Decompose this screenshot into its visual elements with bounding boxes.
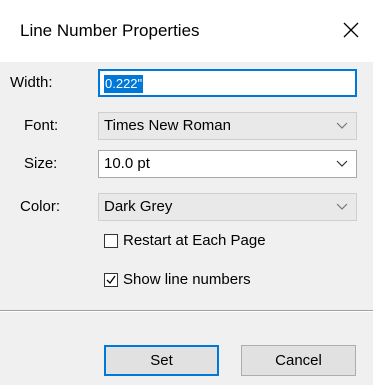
show-line-numbers-label[interactable]: Show line numbers	[123, 270, 251, 290]
show-line-numbers-checkbox[interactable]	[104, 273, 118, 287]
chevron-down-icon	[336, 160, 348, 167]
chevron-down-icon	[336, 203, 348, 210]
font-value: Times New Roman	[104, 117, 231, 134]
cancel-button[interactable]: Cancel	[241, 345, 356, 376]
checkmark-icon	[106, 275, 116, 285]
close-icon	[343, 22, 359, 38]
color-label: Color:	[20, 198, 61, 215]
size-value: 10.0 pt	[104, 155, 150, 172]
size-label: Size:	[24, 155, 58, 172]
restart-checkbox[interactable]	[104, 234, 118, 248]
width-value: 0.222"	[104, 75, 144, 93]
title-bar: Line Number Properties	[0, 0, 373, 62]
chevron-down-icon	[336, 122, 348, 129]
close-button[interactable]	[333, 12, 369, 48]
width-input[interactable]: 0.222"	[98, 69, 357, 97]
width-label: Width:	[10, 74, 53, 91]
restart-label[interactable]: Restart at Each Page	[123, 231, 266, 251]
font-label: Font:	[24, 117, 59, 134]
separator-highlight	[0, 311, 373, 312]
dialog-title: Line Number Properties	[20, 21, 200, 40]
color-value: Dark Grey	[104, 198, 173, 215]
color-select[interactable]: Dark Grey	[98, 193, 357, 221]
size-select[interactable]: 10.0 pt	[98, 150, 357, 178]
set-button[interactable]: Set	[104, 345, 219, 376]
font-select[interactable]: Times New Roman	[98, 112, 357, 140]
